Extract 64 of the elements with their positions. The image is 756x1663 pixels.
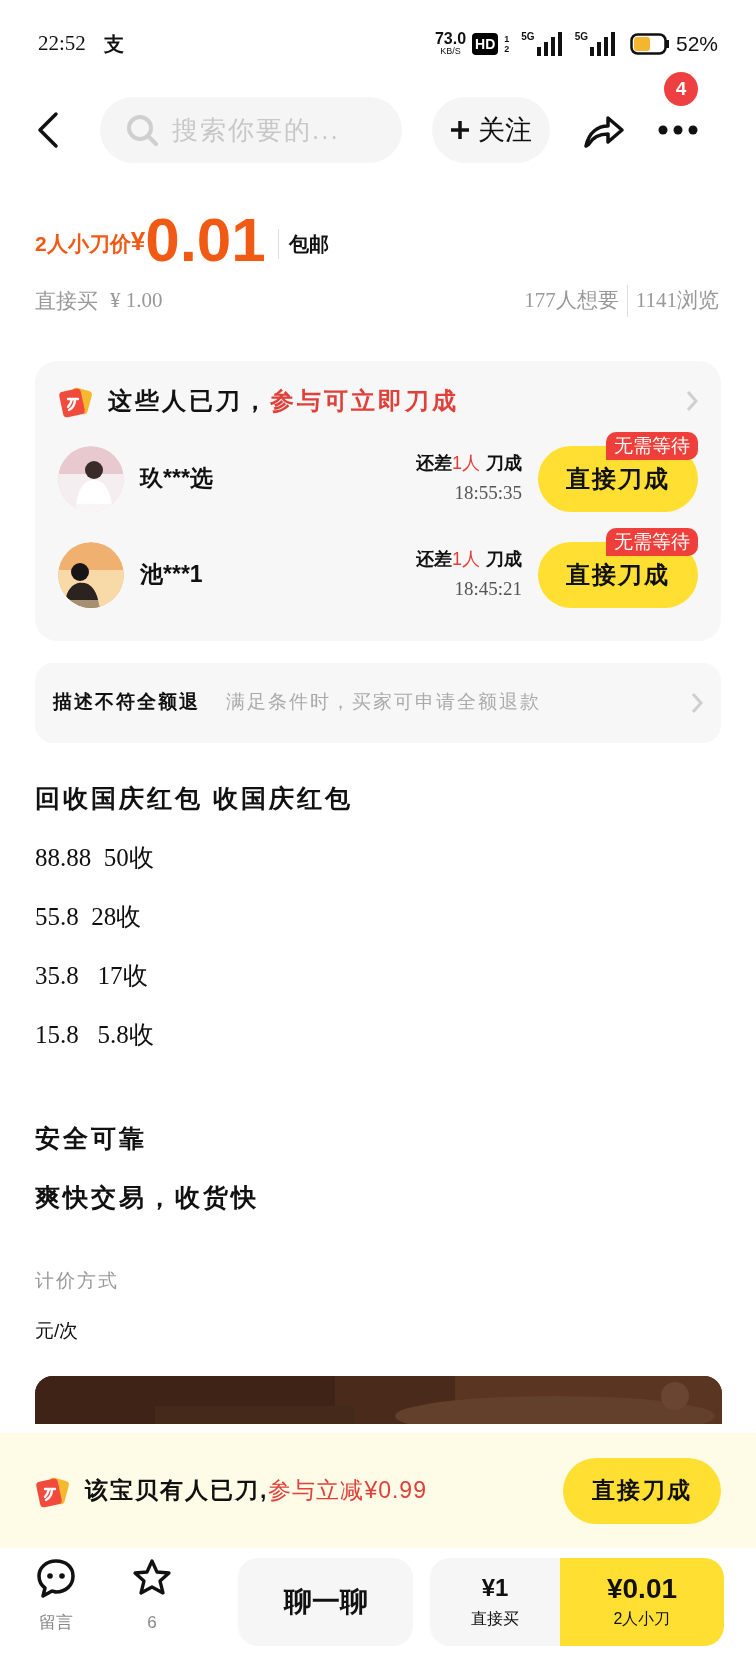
remaining-count: 1人: [452, 451, 480, 475]
remaining-label: 还差: [416, 547, 452, 571]
description-line: 55.8 28收: [35, 901, 143, 932]
battery-percent: 52%: [675, 30, 718, 57]
status-time: 22:52: [38, 29, 86, 57]
app-glyph: 支: [103, 31, 124, 57]
net-speed: 73.0: [434, 31, 467, 47]
description-line: 回收国庆红包 收国庆红包: [35, 782, 354, 814]
promo-highlight: 参与立减¥0.99: [268, 1476, 427, 1506]
comment-icon: [36, 1558, 76, 1600]
sim-number: 2: [504, 43, 510, 54]
remaining-suffix: 刀成: [486, 547, 522, 571]
direct-buy-label: 直接买: [35, 288, 98, 314]
user-name: 池***1: [140, 560, 203, 590]
guarantee-text: 满足条件时，买家可申请全额退款: [226, 690, 541, 715]
remaining-label: 还差: [416, 451, 452, 475]
shipping-tag: 包邮: [277, 229, 329, 259]
knife-buy-button[interactable]: ¥0.01 2人小刀: [560, 1558, 724, 1646]
battery-icon: [629, 32, 670, 55]
card-title-highlight: 参与可立即刀成: [270, 385, 459, 416]
buy-now-button[interactable]: ¥1 直接买: [430, 1558, 560, 1646]
currency-symbol: ¥: [130, 226, 146, 256]
join-button[interactable]: 直接刀成: [563, 1457, 721, 1524]
direct-buy-price: ¥ 1.00: [110, 287, 163, 314]
star-button[interactable]: 6: [124, 1558, 180, 1636]
comment-button[interactable]: 留言: [28, 1558, 84, 1636]
user-name: 玖***选: [140, 464, 213, 494]
guarantee-title: 描述不符全额退: [53, 690, 200, 715]
no-wait-badge: 无需等待: [606, 431, 698, 460]
description-line: 88.88 50收: [35, 842, 155, 873]
no-wait-badge: 无需等待: [606, 527, 698, 556]
sim-number: 1: [504, 33, 510, 44]
countdown-time: 18:55:35: [454, 480, 522, 505]
hd-badge: HD: [472, 32, 499, 55]
follow-button[interactable]: 关注: [432, 97, 550, 163]
search-icon: [126, 114, 158, 146]
pricing-label: 计价方式: [35, 1268, 120, 1293]
card-title: 这些人已刀，: [108, 385, 270, 416]
notification-badge: 4: [664, 72, 698, 106]
description-line: 爽快交易，收货快: [35, 1181, 260, 1213]
description-line: 安全可靠: [35, 1122, 148, 1154]
remaining-count: 1人: [452, 547, 480, 571]
network-label: 5G: [574, 31, 588, 42]
more-icon: [658, 125, 698, 135]
net-unit: KB/S: [440, 47, 461, 56]
signal-icon: [589, 31, 616, 56]
signal-icon: [536, 31, 563, 56]
countdown-time: 18:45:21: [454, 576, 522, 601]
chevron-icon: [691, 691, 703, 714]
views-count: 1141浏览: [626, 285, 719, 317]
wants-count: 177人想要: [524, 287, 619, 314]
remaining-suffix: 刀成: [486, 451, 522, 475]
guarantee-card[interactable]: 描述不符全额退 满足条件时，买家可申请全额退款: [35, 662, 721, 743]
chevron-icon: [686, 389, 698, 412]
knife-price: 0.01: [145, 209, 266, 271]
pricing-value: 元/次: [35, 1319, 80, 1343]
back-icon: [36, 111, 60, 149]
description-line: 15.8 5.8收: [35, 1019, 155, 1050]
promo-text: 该宝贝有人已刀,: [85, 1476, 269, 1506]
network-label: 5G: [521, 31, 535, 42]
price-label: 2人小刀价: [35, 230, 131, 257]
plus-icon: [450, 120, 470, 140]
chat-button[interactable]: 聊一聊: [238, 1558, 413, 1646]
description-line: 35.8 17收: [35, 960, 149, 991]
